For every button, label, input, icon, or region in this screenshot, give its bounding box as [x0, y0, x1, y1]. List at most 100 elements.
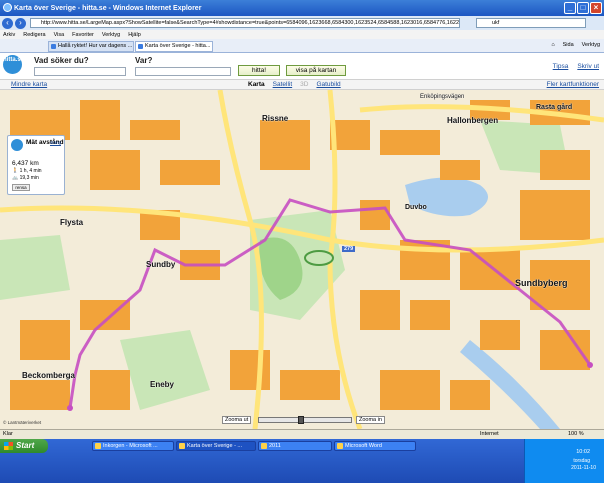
windows-flag-icon [4, 442, 13, 450]
label-flysta: Flysta [60, 218, 84, 227]
menu-help[interactable]: Hjälp [128, 32, 141, 38]
clock-time[interactable]: 10:02 [576, 449, 590, 455]
tools-menu[interactable]: Verktyg [582, 42, 600, 48]
page-icon [51, 44, 56, 49]
task-label: 2011 [269, 443, 281, 449]
print-link[interactable]: Skriv ut [577, 63, 599, 70]
tab-map[interactable]: Karta [248, 81, 265, 88]
park-area [120, 330, 210, 410]
park-area [0, 235, 70, 300]
task-word[interactable]: Microsoft Word [334, 441, 416, 451]
task-label: Karta över Sverige - ... [187, 443, 243, 449]
route-end-marker [587, 362, 593, 368]
map-graphics [0, 90, 604, 429]
security-zone: Internet [480, 431, 499, 437]
tabs-bar: Hallå ryktet! Hur var dagens ... Karta ö… [0, 39, 604, 53]
start-button[interactable]: Start [0, 439, 48, 453]
walk-time-value: 1 h, 4 min [19, 168, 42, 174]
tab-label: Hallå ryktet! Hur var dagens ... [58, 43, 133, 49]
task-label: Microsoft Word [345, 443, 382, 449]
zoom-slider-knob[interactable] [297, 416, 304, 424]
search-button[interactable]: hitta! [238, 65, 280, 76]
menu-bar: Arkiv Redigera Visa Favoriter Verktyg Hj… [0, 30, 604, 39]
walk-icon: 🚶 [12, 168, 20, 174]
clock-date: 2011-11-10 [571, 465, 596, 471]
start-label: Start [16, 441, 35, 450]
system-tray: 10:02 torsdag 2011-11-10 [524, 439, 604, 483]
show-on-map-button[interactable]: visa på kartan [286, 65, 346, 76]
label-duvbo: Duvbo [405, 204, 427, 211]
map-canvas[interactable]: Rissne Hallonbergen Sundbyberg Sundby Fl… [0, 90, 604, 429]
menu-file[interactable]: Arkiv [3, 32, 15, 38]
clock-day: torsdag [573, 458, 590, 464]
label-rasta-gard: Rasta gård [536, 104, 573, 111]
bike-time-value: 19,3 min [19, 175, 39, 181]
what-input[interactable] [34, 67, 126, 76]
page-menu[interactable]: Sida [563, 42, 574, 48]
measure-distance-panel: Mät avstånd stäng 6,437 km 🚶 1 h, 4 min … [7, 135, 65, 195]
tab-3d: 3D [300, 81, 309, 88]
tip-link[interactable]: Tipsa [553, 63, 569, 70]
clear-button[interactable]: rensa [12, 184, 30, 191]
zoom-out-button[interactable]: Zooma ut [222, 416, 252, 424]
copyright-text: © Lantmäteriverket [3, 420, 42, 425]
menu-tools[interactable]: Verktyg [102, 32, 120, 38]
tab-label: Karta över Sverige - hitta... [145, 43, 211, 49]
task-label: Inkorgen - Microsoft ... [103, 443, 158, 449]
label-eneby: Eneby [150, 380, 175, 389]
label-sundbyberg: Sundbyberg [515, 278, 568, 288]
bike-icon: 🚲 [12, 175, 20, 181]
tab-satellite[interactable]: Satellit [273, 81, 293, 88]
road-number-badge: 279 [342, 246, 356, 252]
label-rissne: Rissne [262, 114, 289, 123]
task-folder[interactable]: 2011 [258, 441, 332, 451]
window-title: Karta över Sverige - hitta.se - Windows … [14, 4, 202, 12]
measure-close-link[interactable]: stäng [50, 140, 61, 145]
forward-button[interactable]: › [15, 17, 26, 29]
zoom-in-button[interactable]: Zooma in [356, 416, 385, 424]
menu-view[interactable]: Visa [54, 32, 65, 38]
menu-edit[interactable]: Redigera [23, 32, 45, 38]
label-hallonbergen: Hallonbergen [447, 116, 499, 125]
tab-hallaryktet[interactable]: Hallå ryktet! Hur var dagens ... [48, 41, 134, 52]
task-ie[interactable]: Karta över Sverige - ... [176, 441, 256, 451]
hitta-logo[interactable]: hitta.se [3, 55, 24, 74]
minimize-button[interactable]: _ [564, 2, 576, 14]
site-header: hitta.se Vad söker du? Var? hitta! visa … [0, 53, 604, 79]
map-toolbar: Mindre karta Karta Satellit 3D Gatubild … [0, 79, 604, 90]
label-sundby: Sundby [146, 260, 176, 269]
folder-icon [261, 443, 267, 449]
ie-icon [179, 443, 185, 449]
address-bar: ‹ › http://www.hitta.se/LargeMap.aspx?Sh… [0, 16, 604, 30]
walk-time: 🚶 1 h, 4 min [12, 168, 42, 174]
sports-track [304, 250, 334, 266]
outlook-icon [95, 443, 101, 449]
distance-value: 6,437 km [12, 160, 39, 167]
what-label: Vad söker du? [34, 56, 89, 65]
tab-streetview[interactable]: Gatubild [316, 81, 340, 88]
taskbar: Start Inkorgen - Microsoft ... Karta öve… [0, 439, 604, 483]
page-zoom[interactable]: 100 % [568, 431, 584, 437]
word-icon [337, 443, 343, 449]
where-input[interactable] [135, 67, 231, 76]
back-button[interactable]: ‹ [2, 17, 13, 29]
maximize-button[interactable]: □ [577, 2, 589, 14]
label-enkopingsvagen: Enköpingsvägen [420, 94, 465, 100]
route-start-marker [67, 405, 73, 411]
status-bar: Klar Internet 100 % [0, 429, 604, 439]
map-footer: © Lantmäteriverket Zooma ut Zooma in [0, 413, 604, 429]
window-title-bar: Karta över Sverige - hitta.se - Windows … [0, 0, 604, 16]
task-outlook[interactable]: Inkorgen - Microsoft ... [92, 441, 174, 451]
more-map-options[interactable]: Fler kartfunktioner [547, 81, 599, 88]
zoom-slider[interactable] [258, 416, 352, 424]
menu-favorites[interactable]: Favoriter [72, 32, 94, 38]
close-button[interactable]: × [590, 2, 602, 14]
tab-karta[interactable]: Karta över Sverige - hitta... [135, 41, 213, 52]
ie-icon [3, 3, 12, 12]
label-beckomberga: Beckomberga [22, 371, 75, 380]
home-icon[interactable]: ⌂ [551, 42, 554, 48]
where-label: Var? [135, 56, 153, 65]
smaller-map-link[interactable]: Mindre karta [11, 81, 47, 88]
search-input[interactable]: ukf [476, 18, 586, 28]
address-input[interactable]: http://www.hitta.se/LargeMap.aspx?ShowSa… [30, 18, 460, 28]
